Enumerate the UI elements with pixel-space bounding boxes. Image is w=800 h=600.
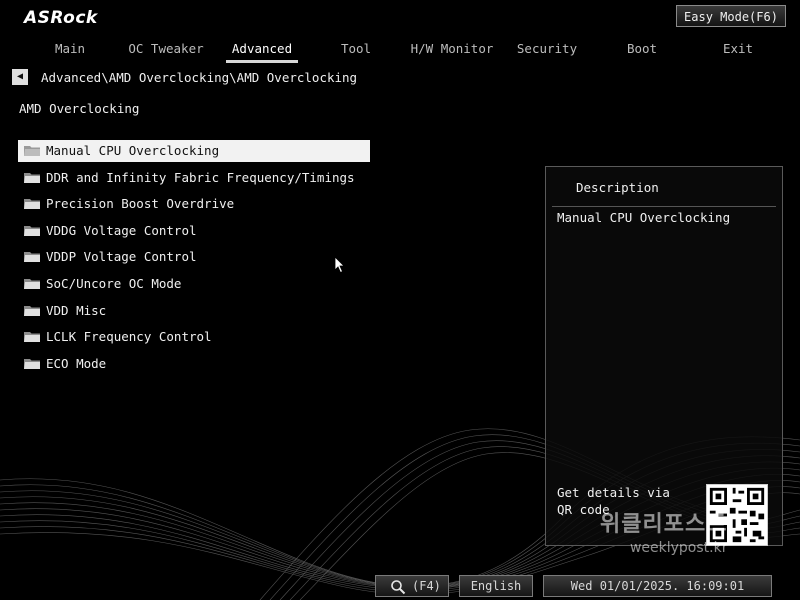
folder-icon (24, 225, 40, 236)
folder-icon (24, 305, 40, 316)
menu-item-lclk-frequency-control[interactable]: LCLK Frequency Control (18, 326, 370, 348)
description-title: Description (576, 180, 659, 195)
easy-mode-button[interactable]: Easy Mode(F6) (676, 5, 786, 27)
menu-item-soc-uncore-oc-mode[interactable]: SoC/Uncore OC Mode (18, 273, 370, 295)
folder-icon (24, 332, 40, 343)
menu-item-vdd-misc[interactable]: VDD Misc (18, 300, 370, 322)
tab-exit[interactable]: Exit (716, 38, 760, 60)
breadcrumb: Advanced\AMD Overclocking\AMD Overclocki… (41, 70, 358, 85)
description-divider (552, 206, 776, 207)
search-icon (391, 580, 406, 595)
folder-icon (24, 172, 40, 183)
tab-main[interactable]: Main (44, 38, 96, 60)
menu-item-label: VDDG Voltage Control (46, 222, 197, 238)
tab-advanced[interactable]: Advanced (226, 38, 298, 63)
submenu-list: Manual CPU Overclocking DDR and Infinity… (18, 140, 370, 379)
tab-tool[interactable]: Tool (330, 38, 382, 60)
main-navigation: Main OC Tweaker Advanced Tool H/W Monito… (0, 38, 800, 63)
folder-icon (24, 199, 40, 210)
menu-item-label: SoC/Uncore OC Mode (46, 275, 182, 291)
menu-item-label: VDD Misc (46, 302, 107, 318)
page-title: AMD Overclocking (19, 101, 140, 116)
menu-item-ddr-infinity-fabric[interactable]: DDR and Infinity Fabric Frequency/Timing… (18, 167, 370, 189)
menu-item-label: LCLK Frequency Control (46, 329, 212, 345)
menu-item-label: ECO Mode (46, 355, 107, 371)
menu-item-vddg-voltage-control[interactable]: VDDG Voltage Control (18, 220, 370, 242)
menu-item-label: Manual CPU Overclocking (46, 143, 220, 158)
folder-icon (24, 358, 40, 369)
folder-icon (24, 146, 40, 156)
menu-item-vddp-voltage-control[interactable]: VDDP Voltage Control (18, 246, 370, 268)
menu-item-label: Precision Boost Overdrive (46, 196, 235, 212)
search-button[interactable]: (F4) (375, 575, 449, 597)
asrock-logo: ASRock (24, 8, 98, 28)
datetime-display[interactable]: Wed 01/01/2025. 16:09:01 (543, 575, 772, 597)
tab-oc-tweaker[interactable]: OC Tweaker (128, 38, 204, 60)
search-shortcut-label: (F4) (412, 579, 441, 593)
language-button[interactable]: English (459, 575, 533, 597)
mouse-cursor-icon (334, 256, 345, 274)
watermark-brand: 위클리포스트 (600, 512, 728, 537)
tab-security[interactable]: Security (516, 38, 578, 60)
menu-item-label: DDR and Infinity Fabric Frequency/Timing… (46, 169, 355, 185)
description-text: Manual CPU Overclocking (557, 210, 731, 225)
watermark-url: weeklypost.kr (629, 540, 728, 556)
folder-icon (24, 252, 40, 263)
menu-item-label: VDDP Voltage Control (46, 249, 197, 265)
watermark: 위클리포스트 weeklypost.kr (600, 506, 727, 556)
tab-boot[interactable]: Boot (620, 38, 664, 60)
menu-item-precision-boost-overdrive[interactable]: Precision Boost Overdrive (18, 193, 370, 215)
description-panel: Description Manual CPU Overclocking Get … (545, 166, 783, 546)
menu-item-manual-cpu-overclocking[interactable]: Manual CPU Overclocking (18, 140, 370, 162)
folder-icon (24, 278, 40, 289)
back-arrow-icon[interactable]: ◀ (12, 69, 28, 85)
menu-item-eco-mode[interactable]: ECO Mode (18, 353, 370, 375)
tab-hw-monitor[interactable]: H/W Monitor (410, 38, 494, 60)
